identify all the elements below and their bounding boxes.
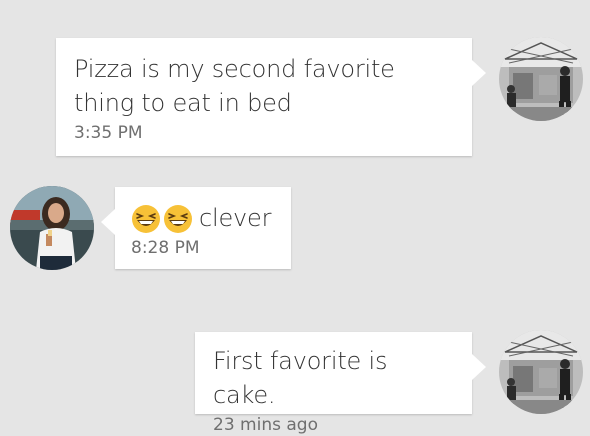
message-bubble-2[interactable]: clever 8:28 PM bbox=[101, 187, 291, 269]
sender-avatar-other[interactable] bbox=[10, 186, 94, 270]
message-timestamp: 23 mins ago bbox=[213, 415, 318, 435]
emoji-group bbox=[131, 204, 193, 234]
message-text: Pizza is my second favorite thing to eat… bbox=[74, 55, 395, 117]
message-text: First favorite is cake. bbox=[213, 347, 388, 409]
message-bubble-1[interactable]: Pizza is my second favorite thing to eat… bbox=[56, 38, 486, 156]
avatar-photo-bw-icon bbox=[499, 37, 583, 121]
avatar-photo-bw-icon bbox=[499, 330, 583, 414]
sender-avatar-self[interactable] bbox=[499, 330, 583, 414]
sender-avatar-self[interactable] bbox=[499, 37, 583, 121]
message-bubble-3[interactable]: First favorite is cake. 23 mins ago bbox=[195, 332, 486, 435]
message-timestamp: 3:35 PM bbox=[74, 123, 143, 143]
grinning-squinting-face-icon bbox=[132, 205, 160, 233]
message-timestamp: 8:28 PM bbox=[131, 238, 200, 258]
message-text-row: clever bbox=[131, 201, 275, 235]
avatar-photo-woman-icon bbox=[10, 186, 94, 270]
grinning-squinting-face-icon bbox=[164, 205, 192, 233]
message-text: clever bbox=[199, 204, 272, 232]
